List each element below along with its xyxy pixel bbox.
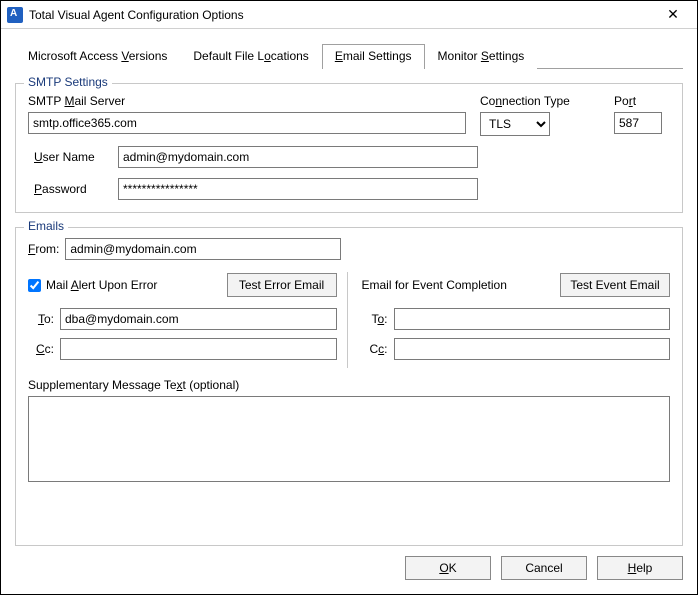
error-cc-label: Cc:	[28, 342, 54, 356]
smtp-user-label: User Name	[28, 150, 118, 164]
error-cc-input[interactable]	[60, 338, 337, 360]
smtp-conn-label: Connection Type	[480, 94, 600, 108]
event-cc-input[interactable]	[394, 338, 671, 360]
smtp-mail-input[interactable]	[28, 112, 466, 134]
event-email-col: Email for Event Completion Test Event Em…	[347, 272, 671, 368]
supp-textarea[interactable]	[28, 396, 670, 482]
smtp-port-input[interactable]	[614, 112, 662, 134]
close-icon[interactable]: ✕	[653, 6, 693, 23]
smtp-legend: SMTP Settings	[24, 75, 112, 89]
cancel-button[interactable]: Cancel	[501, 556, 587, 580]
event-to-input[interactable]	[394, 308, 671, 330]
tab-access-versions[interactable]: Microsoft Access Versions	[15, 44, 180, 69]
event-cc-label: Cc:	[362, 342, 388, 356]
error-to-input[interactable]	[60, 308, 337, 330]
smtp-conn-select[interactable]: TLS	[480, 112, 550, 136]
config-dialog: Total Visual Agent Configuration Options…	[0, 0, 698, 595]
smtp-settings-group: SMTP Settings SMTP Mail Server Connectio…	[15, 83, 683, 213]
emails-group: Emails From: Mail Alert Upon Error	[15, 227, 683, 546]
error-to-label: To:	[28, 312, 54, 326]
button-bar: OK Cancel Help	[1, 546, 697, 594]
smtp-mail-label: SMTP Mail Server	[28, 94, 466, 108]
event-email-label: Email for Event Completion	[362, 278, 507, 292]
supp-label: Supplementary Message Text (optional)	[28, 378, 670, 392]
event-to-label: To:	[362, 312, 388, 326]
window-title: Total Visual Agent Configuration Options	[29, 8, 653, 22]
help-button[interactable]: Help	[597, 556, 683, 580]
content: Microsoft Access Versions Default File L…	[1, 29, 697, 546]
error-email-col: Mail Alert Upon Error Test Error Email T…	[28, 272, 347, 368]
from-label: From:	[28, 242, 59, 256]
tab-file-locations[interactable]: Default File Locations	[180, 44, 321, 69]
mail-alert-label[interactable]: Mail Alert Upon Error	[28, 278, 157, 292]
ok-button[interactable]: OK	[405, 556, 491, 580]
tab-monitor-settings[interactable]: Monitor Settings	[425, 44, 538, 69]
from-input[interactable]	[65, 238, 341, 260]
tab-email-settings[interactable]: Email Settings	[322, 44, 425, 69]
test-event-email-button[interactable]: Test Event Email	[560, 273, 670, 297]
smtp-pass-label: Password	[28, 182, 118, 196]
tab-bar: Microsoft Access Versions Default File L…	[15, 43, 683, 69]
mail-alert-checkbox[interactable]	[28, 279, 41, 292]
test-error-email-button[interactable]: Test Error Email	[227, 273, 337, 297]
smtp-port-label: Port	[614, 94, 670, 108]
titlebar: Total Visual Agent Configuration Options…	[1, 1, 697, 29]
smtp-user-input[interactable]	[118, 146, 478, 168]
app-icon	[7, 7, 23, 23]
emails-legend: Emails	[24, 219, 68, 233]
smtp-pass-input[interactable]	[118, 178, 478, 200]
